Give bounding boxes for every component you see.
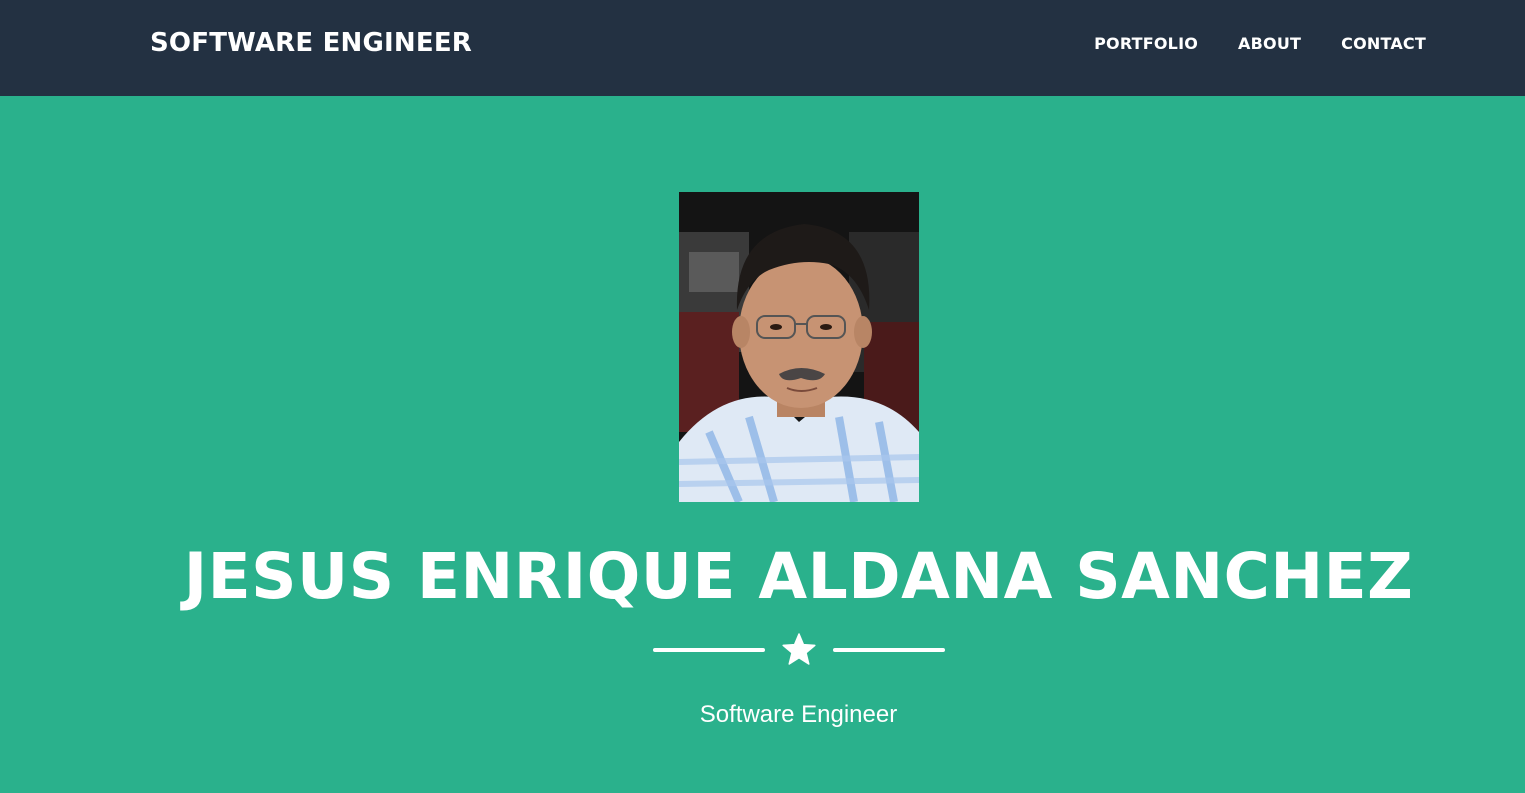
hero-subtitle: Software Engineer [699, 701, 898, 728]
divider-line-left [653, 648, 765, 652]
navbar: SOFTWARE ENGINEER PORTFOLIO ABOUT CONTAC… [0, 0, 1525, 96]
nav-links: PORTFOLIO ABOUT CONTACT [1094, 34, 1426, 53]
brand-link[interactable]: SOFTWARE ENGINEER [150, 28, 472, 58]
nav-link-contact[interactable]: CONTACT [1341, 34, 1426, 53]
nav-link-portfolio[interactable]: PORTFOLIO [1094, 34, 1198, 53]
star-divider [653, 632, 945, 668]
profile-photo [679, 192, 919, 502]
nav-link-about[interactable]: ABOUT [1238, 34, 1301, 53]
star-icon [782, 633, 816, 665]
hero-name: JESUS ENRIQUE ALDANA SANCHEZ [183, 540, 1414, 613]
hero-section: JESUS ENRIQUE ALDANA SANCHEZ Software En… [0, 96, 1525, 793]
divider-line-right [833, 648, 945, 652]
